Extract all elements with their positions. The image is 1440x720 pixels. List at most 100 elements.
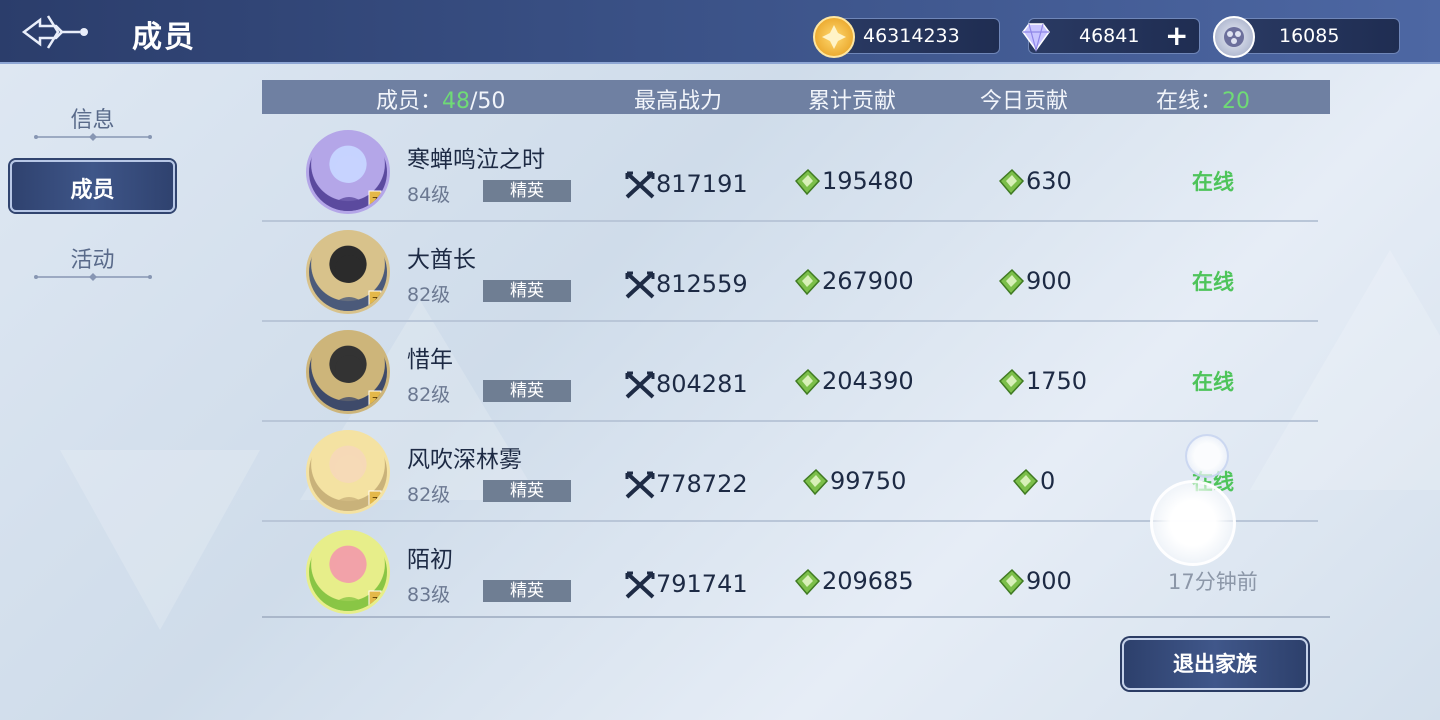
member-total-value: 195480 <box>822 167 914 195</box>
avatar-portrait-icon: 7 <box>327 455 382 511</box>
crossed-swords-icon <box>625 371 655 399</box>
divider-ornament <box>34 133 152 141</box>
sidebar-item-label: 成员 <box>70 178 115 203</box>
members-max: /50 <box>470 89 506 114</box>
member-status: 在线 <box>1192 270 1234 294</box>
sidebar-item-label: 信息 <box>70 108 115 133</box>
member-total-contrib: 267900 <box>792 267 914 297</box>
token-currency: 16085 <box>1213 16 1400 58</box>
add-diamond-button[interactable]: + <box>1165 22 1188 50</box>
member-total-value: 209685 <box>822 567 914 595</box>
member-avatar[interactable]: 7 <box>306 330 390 414</box>
diamond-currency: 46841 + <box>1022 18 1200 54</box>
member-row[interactable]: 7 惜年 82级 精英 804281 204390 1750 在线 <box>262 322 1318 422</box>
member-power: 778722 <box>624 470 748 500</box>
token-value: 16085 <box>1279 25 1340 47</box>
svg-text:7: 7 <box>372 396 378 407</box>
member-power-value: 817191 <box>656 170 748 198</box>
member-power-value: 812559 <box>656 270 748 298</box>
table-bottom-divider <box>262 616 1330 618</box>
member-status: 在线 <box>1192 170 1234 194</box>
member-rank-badge: 精英 <box>483 180 571 202</box>
today-contrib-header: 今日贡献 <box>980 89 1069 114</box>
member-total-contrib: 99750 <box>800 467 906 497</box>
member-row[interactable]: 7 寒蝉鸣泣之时 84级 精英 817191 195480 630 在线 <box>262 122 1318 222</box>
member-avatar[interactable]: 7 <box>306 530 390 614</box>
total-contrib-header: 累计贡献 <box>808 89 897 114</box>
sidebar-item-events[interactable]: 活动 <box>10 232 175 284</box>
back-arrow-icon <box>21 15 88 49</box>
member-name: 寒蝉鸣泣之时 <box>407 147 545 173</box>
member-power: 791741 <box>624 570 748 600</box>
contribution-ticket-icon <box>794 568 821 596</box>
member-name: 惜年 <box>407 347 453 373</box>
contribution-ticket-icon <box>1012 468 1039 496</box>
gold-value: 46314233 <box>863 25 960 47</box>
crossed-swords-icon <box>625 271 655 299</box>
member-level: 83级 <box>407 584 451 606</box>
member-today-contrib: 900 <box>996 567 1072 597</box>
member-total-value: 99750 <box>830 467 907 495</box>
member-avatar[interactable]: 7 <box>306 130 390 214</box>
member-level: 82级 <box>407 284 451 306</box>
crossed-swords-icon <box>625 171 655 199</box>
member-status: 在线 <box>1192 370 1234 394</box>
members-current: 48 <box>442 89 471 114</box>
member-today-contrib: 900 <box>996 267 1072 297</box>
member-power: 804281 <box>624 370 748 400</box>
svg-text:7: 7 <box>372 496 378 507</box>
member-power: 812559 <box>624 270 748 300</box>
member-power: 817191 <box>624 170 748 200</box>
exit-family-button[interactable]: 退出家族 <box>1122 638 1308 690</box>
touch-indicator <box>1185 434 1229 478</box>
members-count-header: 成员：48/50 <box>376 83 505 115</box>
diamond-icon <box>1015 16 1057 58</box>
token-icon <box>1213 16 1255 58</box>
members-label: 成员： <box>376 89 443 114</box>
crossed-swords-icon <box>625 571 655 599</box>
member-avatar[interactable]: 7 <box>306 430 390 514</box>
member-name: 大酋长 <box>407 247 476 273</box>
sidebar-item-members[interactable]: 成员 <box>10 160 175 212</box>
avatar-portrait-icon: 7 <box>327 255 382 311</box>
avatar-portrait-icon: 7 <box>327 555 382 611</box>
member-name: 陌初 <box>407 547 453 573</box>
online-count: 20 <box>1222 89 1251 114</box>
member-level: 82级 <box>407 384 451 406</box>
avatar-portrait-icon: 7 <box>327 355 382 411</box>
contribution-ticket-icon <box>794 268 821 296</box>
member-total-value: 204390 <box>822 367 914 395</box>
svg-text:7: 7 <box>372 596 378 607</box>
member-today-contrib: 1750 <box>996 367 1087 397</box>
sidebar-item-label: 活动 <box>70 248 115 273</box>
member-level: 84级 <box>407 184 451 206</box>
member-today-contrib: 630 <box>996 167 1072 197</box>
contribution-ticket-icon <box>998 268 1025 296</box>
divider-ornament <box>34 273 152 281</box>
contribution-ticket-icon <box>794 168 821 196</box>
member-row[interactable]: 7 大酋长 82级 精英 812559 267900 900 在线 <box>262 222 1318 322</box>
sidebar-item-info[interactable]: 信息 <box>10 92 175 144</box>
member-today-value: 900 <box>1026 567 1072 595</box>
back-button[interactable] <box>18 10 90 54</box>
gold-currency: 46314233 <box>813 16 1000 58</box>
page-title: 成员 <box>132 20 196 55</box>
member-power-value: 778722 <box>656 470 748 498</box>
avatar-portrait-icon: 7 <box>327 155 382 211</box>
gold-coin-icon <box>813 16 855 58</box>
member-total-contrib: 204390 <box>792 367 914 397</box>
contribution-ticket-icon <box>998 168 1025 196</box>
member-status: 17分钟前 <box>1168 570 1258 594</box>
svg-text:7: 7 <box>372 296 378 307</box>
member-avatar[interactable]: 7 <box>306 230 390 314</box>
power-header: 最高战力 <box>634 89 723 114</box>
bg-decoration <box>60 450 260 630</box>
diamond-value: 46841 <box>1079 25 1140 47</box>
member-level: 82级 <box>407 484 451 506</box>
svg-text:7: 7 <box>372 196 378 207</box>
member-total-value: 267900 <box>822 267 914 295</box>
online-count-header: 在线：20 <box>1156 83 1250 115</box>
online-label: 在线： <box>1156 89 1223 114</box>
contribution-ticket-icon <box>802 468 829 496</box>
member-power-value: 791741 <box>656 570 748 598</box>
